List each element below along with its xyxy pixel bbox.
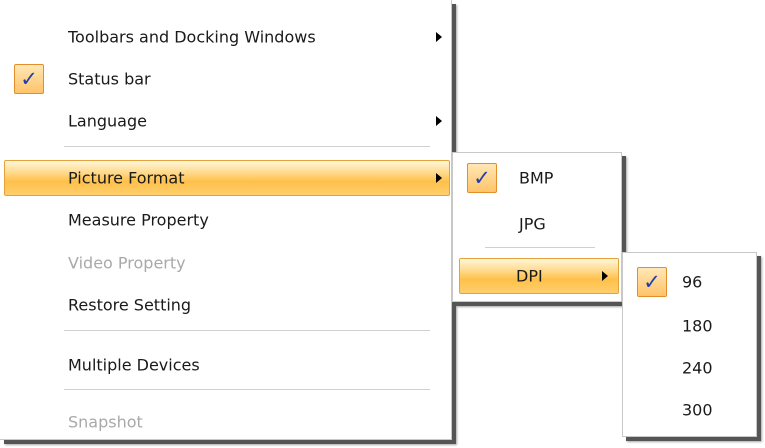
submenu-arrow-icon [436, 173, 442, 183]
menu-item-snapshot[interactable]: Snapshot [4, 405, 450, 439]
menu-separator [64, 330, 430, 332]
menu-item-restore-setting[interactable]: Restore Setting [4, 288, 450, 322]
menu-item-label: BMP [519, 168, 554, 188]
menu-item-jpg[interactable]: JPG [457, 207, 619, 241]
submenu-arrow-icon [602, 271, 608, 281]
menu-item-label: Language [68, 111, 147, 131]
menu-item-toolbars-and-docking-windows[interactable]: Toolbars and Docking Windows [4, 20, 450, 54]
context-menu: Toolbars and Docking Windows ✓ Status ba… [0, 0, 452, 440]
menu-item-label: JPG [519, 214, 546, 234]
menu-item-label: Video Property [68, 253, 186, 273]
checkmark-icon: ✓ [14, 64, 44, 94]
menu-item-label: Picture Format [68, 168, 185, 188]
menu-item-label: 300 [682, 400, 713, 420]
menu-item-label: 180 [682, 316, 713, 336]
menu-item-multiple-devices[interactable]: Multiple Devices [4, 348, 450, 382]
checkmark-icon: ✓ [467, 163, 497, 193]
menu-item-dpi-240[interactable]: 240 [627, 351, 754, 385]
menu-separator [64, 389, 430, 391]
menu-item-dpi[interactable]: DPI [459, 258, 619, 294]
dpi-submenu: ✓ 96 180 240 300 [622, 252, 757, 437]
menu-item-bmp[interactable]: ✓ BMP [457, 161, 619, 195]
menu-item-label: Status bar [68, 69, 151, 89]
menu-separator [64, 146, 430, 148]
menu-item-label: Snapshot [68, 412, 143, 432]
menu-item-label: Multiple Devices [68, 355, 200, 375]
picture-format-submenu: ✓ BMP JPG DPI [452, 152, 622, 302]
menu-item-label: 96 [682, 272, 703, 292]
menu-item-label: 240 [682, 358, 713, 378]
menu-item-label: Measure Property [68, 210, 209, 230]
menu-separator [485, 247, 595, 249]
menu-item-label: Toolbars and Docking Windows [68, 27, 316, 47]
menu-item-status-bar[interactable]: ✓ Status bar [4, 62, 450, 96]
checkmark-icon: ✓ [637, 267, 667, 297]
menu-item-label: DPI [516, 266, 543, 286]
menu-item-dpi-180[interactable]: 180 [627, 309, 754, 343]
menu-item-measure-property[interactable]: Measure Property [4, 203, 450, 237]
menu-item-dpi-96[interactable]: ✓ 96 [627, 265, 754, 299]
menu-item-video-property[interactable]: Video Property [4, 246, 450, 280]
menu-item-dpi-300[interactable]: 300 [627, 393, 754, 427]
submenu-arrow-icon [436, 32, 442, 42]
menu-item-picture-format[interactable]: Picture Format [4, 160, 450, 196]
menu-item-label: Restore Setting [68, 295, 192, 315]
submenu-arrow-icon [436, 116, 442, 126]
menu-item-language[interactable]: Language [4, 104, 450, 138]
